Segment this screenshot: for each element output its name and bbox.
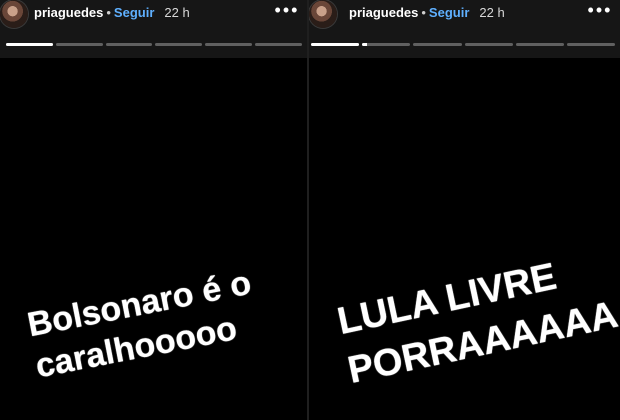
separator-dot: •	[106, 5, 111, 20]
progress-segment-fill	[6, 43, 53, 46]
more-options-icon[interactable]: •••	[274, 1, 300, 23]
story-viewer: priaguedes • Seguir 22 h ••• Bolsonaro é o …	[0, 0, 620, 420]
progress-segment-fill	[362, 43, 367, 46]
progress-bar	[311, 43, 616, 46]
progress-segment-fill	[311, 43, 360, 46]
progress-segment	[515, 43, 564, 46]
progress-segment	[362, 43, 411, 46]
progress-segment	[566, 43, 616, 46]
story-caption: Bolsonaro é o caralhooooo	[24, 262, 263, 388]
progress-segment	[205, 43, 253, 46]
avatar[interactable]	[309, 0, 337, 28]
follow-button[interactable]: Seguir	[114, 5, 154, 20]
story-meta: priaguedes • Seguir 22 h	[34, 5, 190, 21]
timestamp: 22 h	[164, 5, 190, 20]
timestamp: 22 h	[479, 5, 505, 20]
follow-button[interactable]: Seguir	[429, 5, 469, 20]
username-link[interactable]: priaguedes	[34, 5, 103, 20]
avatar[interactable]	[0, 0, 28, 28]
progress-segment	[413, 43, 462, 46]
story-meta: priaguedes • Seguir 22 h	[349, 5, 505, 21]
progress-segment	[311, 43, 360, 46]
more-options-icon[interactable]: •••	[587, 1, 613, 23]
progress-bar	[6, 43, 302, 46]
progress-segment	[105, 43, 153, 46]
progress-segment	[55, 43, 103, 46]
story-caption: LULA LIVRE PORRAAAAAA	[333, 241, 620, 396]
story-panel-right[interactable]: priaguedes • Seguir 22 h ••• LULA LIVRE POR…	[309, 0, 620, 420]
progress-segment	[155, 43, 203, 46]
story-panel-left[interactable]: priaguedes • Seguir 22 h ••• Bolsonaro é o …	[0, 0, 308, 420]
story-header: priaguedes • Seguir 22 h •••	[0, 0, 308, 58]
username-link[interactable]: priaguedes	[349, 5, 418, 20]
progress-segment	[464, 43, 513, 46]
story-header: priaguedes • Seguir 22 h •••	[309, 0, 620, 58]
progress-segment	[6, 43, 53, 46]
separator-dot: •	[421, 5, 426, 20]
progress-segment	[255, 43, 302, 46]
